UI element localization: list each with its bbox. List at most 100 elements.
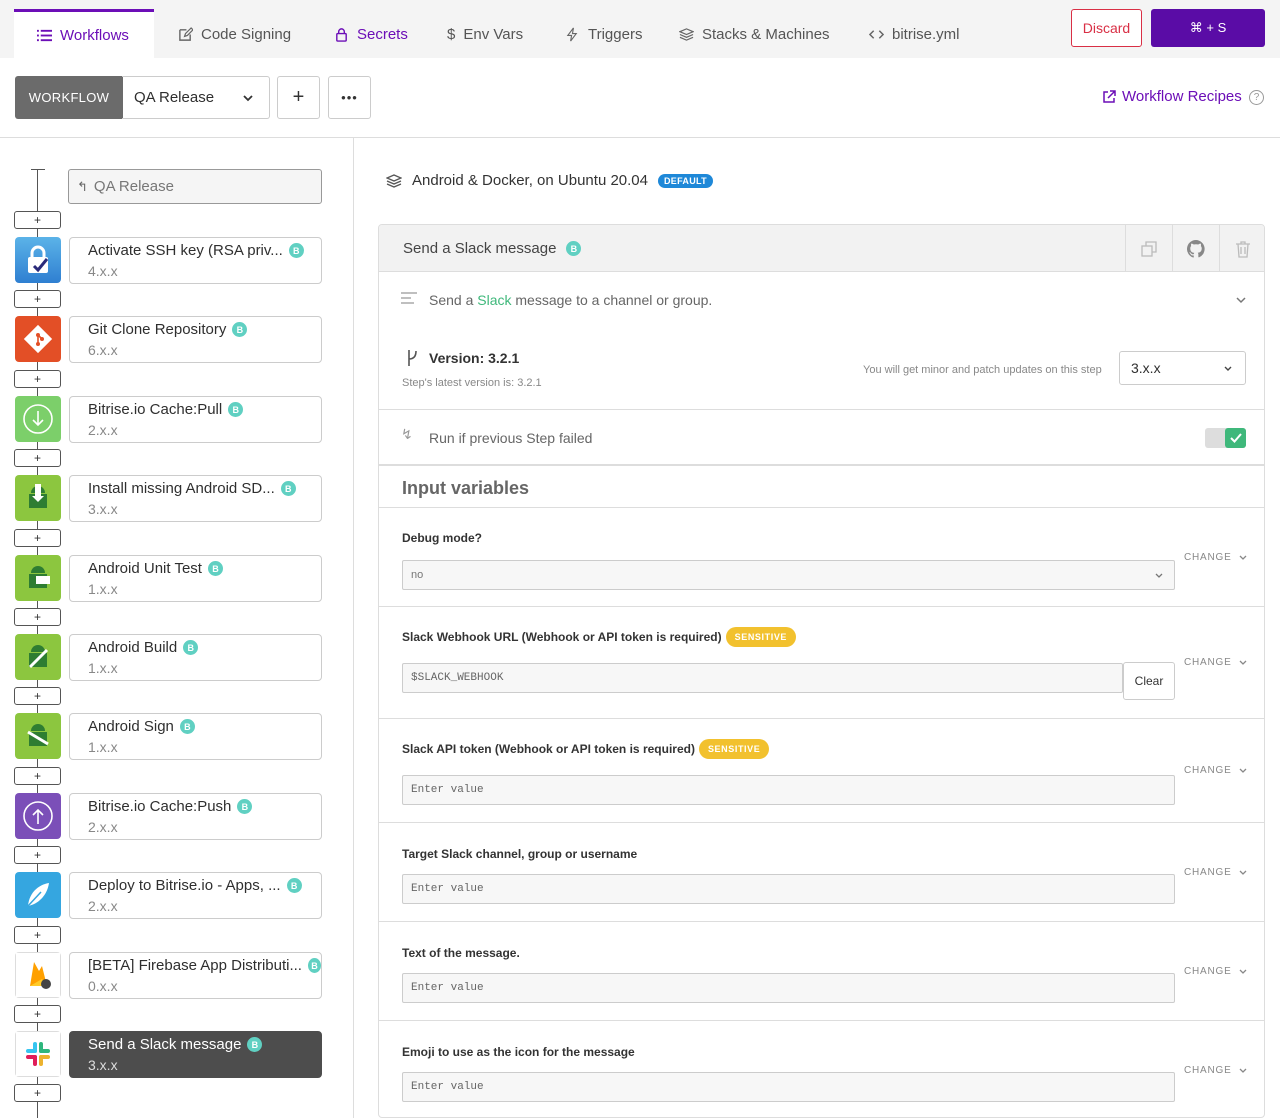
placeholder: Enter value — [411, 1081, 484, 1093]
deploy-icon[interactable] — [15, 872, 61, 918]
tab-stacks-machines[interactable]: Stacks & Machines — [679, 10, 830, 58]
tab-secrets[interactable]: Secrets — [334, 10, 408, 58]
step-card[interactable]: Deploy to Bitrise.io - Apps, ... B 2.x.x — [69, 872, 322, 919]
android-build-icon[interactable] — [15, 634, 61, 680]
tab-label: Secrets — [357, 25, 408, 43]
help-icon[interactable]: ? — [1249, 90, 1264, 105]
verified-badge-icon: B — [286, 878, 302, 893]
tab-triggers[interactable]: Triggers — [565, 10, 642, 58]
android-install-icon[interactable] — [15, 475, 61, 521]
add-step-button[interactable]: + — [14, 1084, 61, 1102]
change-button[interactable]: CHANGE — [1184, 552, 1248, 563]
android-sign-icon[interactable] — [15, 713, 61, 759]
add-step-button[interactable]: + — [14, 290, 61, 308]
step-card[interactable]: Android Sign B 1.x.x — [69, 713, 322, 760]
layers-icon — [386, 173, 402, 188]
step-description[interactable]: Send a Slack message to a channel or gro… — [379, 272, 1264, 327]
input-label: Text of the message. — [402, 946, 520, 960]
add-step-button[interactable]: + — [14, 211, 61, 229]
emoji-input[interactable]: Enter value — [402, 1072, 1175, 1102]
discard-button[interactable]: Discard — [1071, 9, 1142, 47]
step-card[interactable]: Activate SSH key (RSA priv... B 4.x.x — [69, 237, 322, 284]
trigger-workflow-input[interactable]: ↰ QA Release — [68, 169, 322, 204]
version-select[interactable]: 3.x.x — [1119, 351, 1246, 385]
add-step-button[interactable]: + — [14, 687, 61, 705]
change-label: CHANGE — [1184, 552, 1232, 563]
slack-api-token-input[interactable]: Enter value — [402, 775, 1175, 805]
delete-step-button[interactable] — [1219, 225, 1264, 272]
git-icon[interactable] — [15, 316, 61, 362]
cache-push-icon[interactable] — [15, 793, 61, 839]
add-step-button[interactable]: + — [14, 370, 61, 388]
debug-mode-value: no — [411, 569, 424, 581]
ssh-lock-icon[interactable] — [15, 237, 61, 283]
firebase-icon[interactable] — [15, 952, 61, 998]
step-name: Bitrise.io Cache:Pull — [88, 401, 223, 418]
step-card[interactable]: Bitrise.io Cache:Push B 2.x.x — [69, 793, 322, 840]
bolt-icon — [566, 27, 578, 41]
slack-link[interactable]: Slack — [477, 292, 511, 308]
add-step-button[interactable]: + — [14, 449, 61, 467]
clone-step-button[interactable] — [1125, 225, 1172, 272]
step-card[interactable]: Android Build B 1.x.x — [69, 634, 322, 681]
run-if-toggle[interactable] — [1205, 428, 1246, 448]
step-card[interactable]: Git Clone Repository B 6.x.x — [69, 316, 322, 363]
save-button[interactable]: ⌘ + S — [1151, 9, 1265, 47]
slack-webhook-input[interactable]: $SLACK_WEBHOOK — [402, 663, 1123, 693]
verified-badge-icon: B — [307, 958, 321, 973]
step-card[interactable]: Android Unit Test B 1.x.x — [69, 555, 322, 602]
workflow-recipes-link[interactable]: Workflow Recipes — [1102, 88, 1242, 105]
latest-version: Step's latest version is: 3.2.1 — [402, 377, 542, 389]
tab-workflows[interactable]: Workflows — [14, 9, 154, 58]
chain-icon: ↰ — [77, 178, 88, 194]
version-select-value: 3.x.x — [1131, 360, 1161, 376]
step-version: 1.x.x — [88, 581, 118, 597]
target-channel-input[interactable]: Enter value — [402, 874, 1175, 904]
cache-pull-icon[interactable] — [15, 396, 61, 442]
run-if-label: Run if previous Step failed — [429, 430, 593, 446]
desc-pre: Send a — [429, 292, 478, 308]
debug-mode-select[interactable]: no — [402, 560, 1175, 590]
step-card[interactable]: Bitrise.io Cache:Pull B 2.x.x — [69, 396, 322, 443]
description-icon — [401, 292, 417, 304]
workflow-select-value: QA Release — [134, 89, 215, 106]
step-card[interactable]: [BETA] Firebase App Distributi... B 0.x.x — [69, 952, 322, 999]
step-version: 2.x.x — [88, 422, 118, 438]
add-step-button[interactable]: + — [14, 608, 61, 626]
tab-label: Stacks & Machines — [702, 25, 830, 43]
step-card[interactable]: Install missing Android SD... B 3.x.x — [69, 475, 322, 522]
verified-badge-icon: B — [228, 402, 244, 417]
change-button[interactable]: CHANGE — [1184, 657, 1248, 668]
tab-env-vars[interactable]: $ Env Vars — [447, 10, 523, 58]
workflow-select[interactable]: QA Release — [122, 76, 270, 119]
workflow-recipes-label: Workflow Recipes — [1122, 88, 1242, 105]
android-test-icon[interactable] — [15, 555, 61, 601]
add-step-button[interactable]: + — [14, 846, 61, 864]
message-text-input[interactable]: Enter value — [402, 973, 1175, 1003]
change-button[interactable]: CHANGE — [1184, 765, 1248, 776]
change-label: CHANGE — [1184, 966, 1232, 977]
chevron-down-icon — [1239, 555, 1247, 560]
clear-button[interactable]: Clear — [1123, 662, 1175, 700]
step-name: Install missing Android SD... — [88, 480, 275, 497]
more-options-button[interactable]: ••• — [328, 76, 371, 119]
slack-icon[interactable] — [15, 1031, 61, 1077]
github-button[interactable] — [1172, 225, 1219, 272]
code-icon — [869, 29, 884, 39]
change-button[interactable]: CHANGE — [1184, 1065, 1248, 1076]
add-step-button[interactable]: + — [14, 1005, 61, 1023]
change-button[interactable]: CHANGE — [1184, 966, 1248, 977]
tab-bitrise-yml[interactable]: bitrise.yml — [869, 10, 960, 58]
step-card[interactable]: Send a Slack message B 3.x.x — [69, 1031, 322, 1078]
step-name: [BETA] Firebase App Distributi... — [88, 957, 302, 974]
add-step-button[interactable]: + — [14, 529, 61, 547]
add-workflow-button[interactable]: + — [277, 76, 320, 119]
chevron-down-icon — [1239, 660, 1247, 665]
step-name: Android Sign — [88, 718, 174, 735]
stack-info: Android & Docker, on Ubuntu 20.04 DEFAUL… — [386, 172, 713, 189]
tab-code-signing[interactable]: Code Signing — [178, 10, 291, 58]
step-version: 1.x.x — [88, 660, 118, 676]
change-button[interactable]: CHANGE — [1184, 867, 1248, 878]
add-step-button[interactable]: + — [14, 767, 61, 785]
add-step-button[interactable]: + — [14, 926, 61, 944]
